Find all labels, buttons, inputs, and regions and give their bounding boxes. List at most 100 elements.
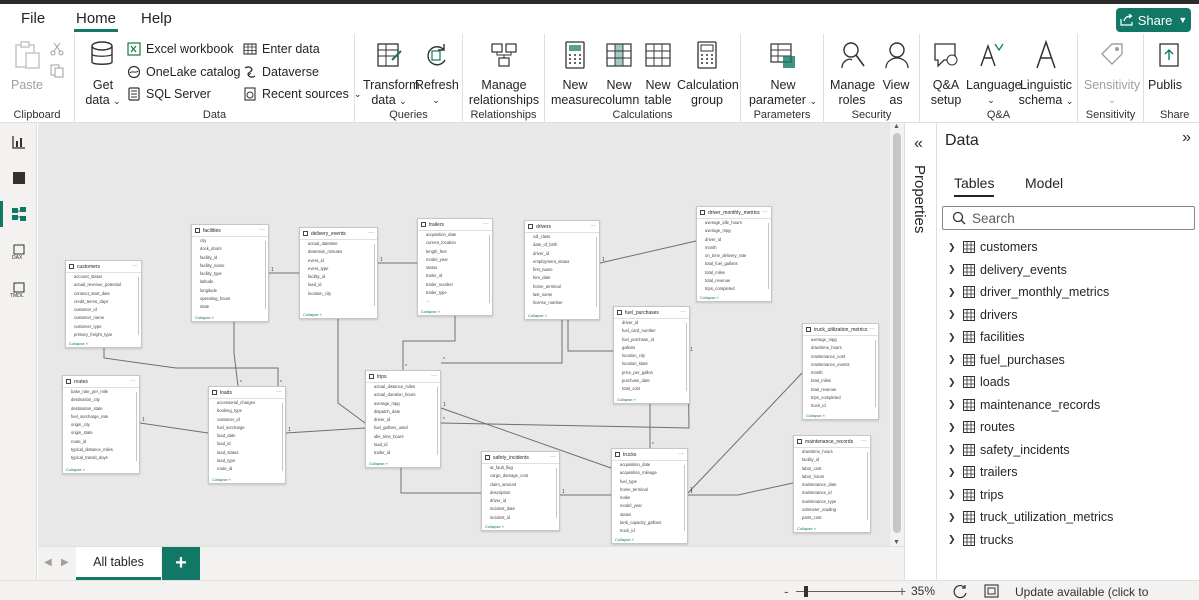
table-field[interactable]: driver_id (697, 236, 771, 244)
table-field[interactable]: description (482, 489, 559, 497)
more-options-icon[interactable]: ··· (680, 309, 686, 315)
update-available-link[interactable]: Update available (click to download) (1015, 585, 1199, 600)
manage-roles-button[interactable]: Manage roles (830, 38, 875, 108)
table-field[interactable]: origin_state (63, 429, 139, 437)
table-field[interactable]: actual_datetime (300, 240, 377, 248)
table-field[interactable]: fuel_purchase_id (614, 336, 689, 344)
table-field[interactable]: odometer_reading (794, 506, 870, 514)
table-field[interactable]: license_number (525, 299, 599, 307)
chevron-right-icon[interactable]: ❯ (948, 332, 958, 343)
dataverse-button[interactable]: Dataverse (243, 65, 319, 79)
table-field[interactable]: load_status (209, 449, 285, 457)
chevron-right-icon[interactable]: ❯ (948, 489, 958, 500)
table-field[interactable]: fuel_type (612, 478, 687, 486)
data-table-item[interactable]: ❯ truck_utilization_metrics (948, 507, 1113, 527)
table-field[interactable]: customer_id (209, 416, 285, 424)
table-card[interactable]: truck_utilization_metrics ··· average_mpg d… (802, 323, 879, 420)
linguistic-schema-button[interactable]: Linguistic schema ⌄ (1016, 38, 1076, 109)
get-data-button[interactable]: Get data ⌄ (84, 38, 122, 109)
table-field[interactable]: route_id (63, 438, 139, 446)
table-field[interactable]: status (418, 264, 492, 272)
table-field[interactable]: last_name (525, 291, 599, 299)
dax-query-view-button[interactable]: DAX (0, 235, 37, 269)
table-field[interactable]: labor_hours (794, 473, 870, 481)
table-field[interactable]: location_state (614, 360, 689, 368)
new-table-button[interactable]: New table (639, 38, 677, 108)
table-field[interactable]: total_miles (803, 377, 878, 385)
relationship-line[interactable] (688, 482, 794, 496)
table-card-scrollbar[interactable] (137, 277, 139, 335)
new-column-button[interactable]: New column (599, 38, 639, 108)
chevron-right-icon[interactable]: ❯ (948, 242, 958, 253)
table-field[interactable]: parts_cost (794, 514, 870, 522)
table-card-header[interactable]: truck_utilization_metrics ··· (803, 324, 878, 336)
properties-label[interactable]: Properties (911, 165, 928, 233)
collapse-link[interactable]: Collapse ˄ (617, 397, 636, 402)
scroll-thumb[interactable] (893, 133, 901, 533)
table-field[interactable]: driver_id (614, 319, 689, 327)
refresh-button[interactable]: Refresh ⌄ (415, 38, 459, 108)
table-field[interactable]: operating_hours (192, 295, 268, 303)
table-field[interactable]: customer_type (66, 323, 141, 331)
table-card-scrollbar[interactable] (436, 387, 438, 455)
enter-data-button[interactable]: Enter data (243, 42, 320, 56)
table-card[interactable]: customers ··· account_status actual_revenue… (65, 260, 142, 348)
table-field[interactable]: dispatch_date (366, 408, 440, 416)
table-field[interactable]: location_city (614, 352, 689, 360)
table-field[interactable]: account_status (66, 273, 141, 281)
table-field[interactable]: accessorial_charges (209, 399, 285, 407)
table-field[interactable]: destination_city (63, 396, 139, 404)
chevron-right-icon[interactable]: ❯ (948, 264, 958, 275)
table-field[interactable]: incident_date (482, 505, 559, 513)
table-field[interactable]: month (697, 244, 771, 252)
table-card[interactable]: trailers ··· acquisition_date current_locat… (417, 218, 493, 316)
table-field[interactable]: average_mpg (366, 400, 440, 408)
table-field[interactable]: downtime_hours (803, 344, 878, 352)
data-table-item[interactable]: ❯ driver_monthly_metrics (948, 282, 1109, 302)
table-field[interactable]: gallons (614, 344, 689, 352)
table-card-scrollbar[interactable] (373, 244, 375, 306)
tab-model[interactable]: Model (1025, 175, 1063, 191)
relationship-line[interactable] (400, 468, 481, 494)
share-button[interactable]: Share ▼ (1116, 8, 1191, 32)
more-options-icon[interactable]: ··· (678, 451, 684, 457)
table-field[interactable]: incident_id (482, 514, 559, 522)
table-field[interactable]: home_terminal (612, 486, 687, 494)
table-field[interactable]: driver_id (366, 416, 440, 424)
table-field[interactable]: load_id (366, 441, 440, 449)
table-field[interactable]: current_location (418, 239, 492, 247)
table-field[interactable]: city (192, 237, 268, 245)
table-field[interactable]: make (612, 494, 687, 502)
table-field[interactable]: event_id (300, 257, 377, 265)
relationship-line[interactable] (233, 322, 239, 387)
paste-button[interactable]: Paste (10, 38, 44, 93)
table-card-header[interactable]: trailers ··· (418, 219, 492, 231)
collapse-link[interactable]: Collapse ˄ (212, 477, 231, 482)
table-field[interactable]: trailer_id (366, 449, 440, 457)
table-card[interactable]: delivery_events ··· actual_datetime detenti… (299, 227, 378, 319)
relationship-line[interactable] (441, 320, 563, 364)
table-field[interactable]: total_cost (614, 385, 689, 393)
relationship-line[interactable] (285, 427, 366, 434)
table-field[interactable]: maintenance_cost (803, 353, 878, 361)
chevron-right-icon[interactable]: ❯ (948, 422, 958, 433)
table-field[interactable]: load_id (300, 281, 377, 289)
copy-icon[interactable] (50, 64, 64, 78)
table-field[interactable]: model_year (418, 256, 492, 264)
table-field[interactable]: primary_freight_type (66, 331, 141, 339)
table-field[interactable]: purchase_date (614, 377, 689, 385)
table-field[interactable]: customer_id (66, 306, 141, 314)
table-card-header[interactable]: delivery_events ··· (300, 228, 377, 240)
more-options-icon[interactable]: ··· (259, 227, 265, 233)
scroll-up-icon[interactable]: ▲ (893, 123, 900, 130)
data-table-item[interactable]: ❯ facilities (948, 327, 1024, 347)
chevron-right-icon[interactable]: ❯ (948, 467, 958, 478)
table-field[interactable]: cdl_class (525, 233, 599, 241)
collapse-link[interactable]: Collapse ˄ (797, 526, 816, 531)
table-field[interactable]: cargo_damage_cost (482, 472, 559, 480)
table-field[interactable]: average_idle_hours (697, 219, 771, 227)
expand-properties-icon[interactable]: « (914, 135, 923, 153)
table-field[interactable]: trips_completed (803, 394, 878, 402)
table-card-scrollbar[interactable] (595, 237, 597, 307)
table-field[interactable]: first_name (525, 266, 599, 274)
